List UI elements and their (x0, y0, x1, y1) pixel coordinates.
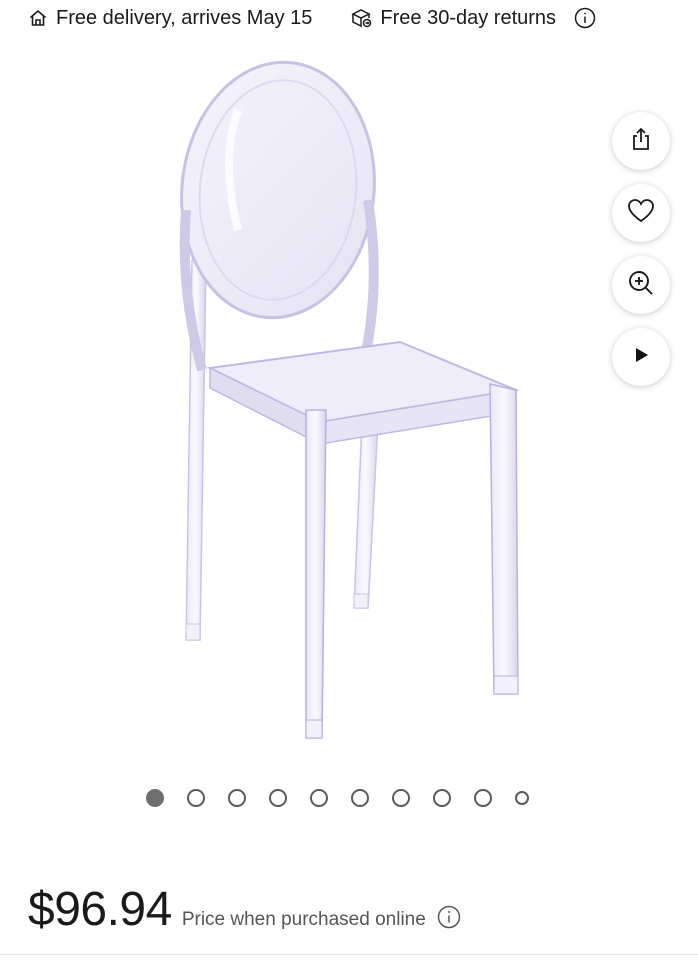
free-delivery-text: Free delivery, arrives May 15 (56, 6, 313, 29)
carousel-dot-6[interactable] (351, 789, 369, 807)
returns-box-icon (350, 8, 372, 28)
price-note-text: Price when purchased online (181, 909, 426, 930)
share-button[interactable] (612, 112, 670, 170)
free-delivery: Free delivery, arrives May 15 (28, 7, 312, 30)
carousel-dot-8[interactable] (433, 789, 451, 807)
play-icon (631, 345, 651, 370)
favorite-button[interactable] (612, 184, 670, 242)
carousel-dot-2[interactable] (187, 789, 205, 807)
carousel-dots (146, 789, 529, 807)
carousel-dot-4[interactable] (269, 789, 287, 807)
gallery-actions (612, 112, 670, 386)
heart-icon (627, 198, 655, 229)
free-returns: Free 30-day returns (350, 7, 596, 30)
product-gallery[interactable] (0, 40, 698, 780)
product-image[interactable] (150, 50, 540, 750)
zoom-in-icon (627, 269, 655, 302)
divider (0, 954, 698, 955)
carousel-dot-10[interactable] (515, 791, 529, 805)
price-row: $96.94 Price when purchased online (28, 882, 461, 937)
carousel-dot-3[interactable] (228, 789, 246, 807)
price-amount: $96.94 (28, 883, 172, 936)
price-note: Price when purchased online (182, 905, 461, 935)
carousel-dot-1[interactable] (146, 789, 164, 807)
home-icon (28, 8, 48, 28)
carousel-dot-7[interactable] (392, 789, 410, 807)
play-video-button[interactable] (612, 328, 670, 386)
carousel-dot-5[interactable] (310, 789, 328, 807)
zoom-button[interactable] (612, 256, 670, 314)
info-icon[interactable] (574, 7, 596, 29)
price-info-icon[interactable] (437, 905, 461, 935)
share-icon (628, 126, 654, 157)
carousel-dot-9[interactable] (474, 789, 492, 807)
free-returns-text: Free 30-day returns (380, 6, 557, 29)
delivery-banner: Free delivery, arrives May 15 Free 30-da… (28, 4, 596, 32)
